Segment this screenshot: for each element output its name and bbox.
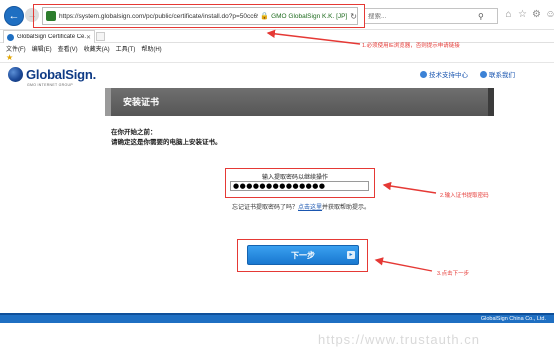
search-box[interactable]: ⚲ bbox=[364, 8, 498, 24]
search-input[interactable] bbox=[368, 12, 478, 20]
password-input[interactable]: ●●●●●●●●●●●●●● bbox=[230, 181, 369, 191]
password-label: 输入提取密码以继续操作 bbox=[262, 175, 329, 181]
forgot-suffix: 并获取帮助提示。 bbox=[322, 205, 371, 211]
logo-subtext: GMO INTERNET GROUP bbox=[27, 83, 73, 87]
gear-icon[interactable]: ⚙ bbox=[531, 9, 542, 20]
next-annotation: 3.点击下一步 bbox=[437, 271, 470, 277]
menu-help[interactable]: 帮助(H) bbox=[141, 44, 161, 53]
menu-tools[interactable]: 工具(T) bbox=[116, 44, 136, 53]
page-title: 安装证书 bbox=[123, 97, 160, 107]
contact-us-label: 联系我们 bbox=[489, 72, 515, 79]
back-button[interactable]: ← bbox=[4, 6, 24, 26]
password-annotation: 2.输入证书提取密码 bbox=[440, 193, 489, 199]
tab-strip: GlobalSign Certificate Ce... ✕ bbox=[0, 30, 554, 43]
search-icon[interactable]: ⚲ bbox=[478, 12, 484, 21]
next-arrow bbox=[374, 257, 433, 272]
menu-bar: 文件(F) 编辑(E) 查看(V) 收藏夹(A) 工具(T) 帮助(H) bbox=[0, 43, 554, 53]
support-icon bbox=[420, 70, 427, 78]
favorites-bar: ★ bbox=[0, 53, 554, 63]
menu-view[interactable]: 查看(V) bbox=[58, 44, 78, 53]
globalsign-logo[interactable]: GlobalSign. bbox=[8, 67, 96, 82]
next-button-label: 下一步 bbox=[291, 250, 315, 260]
url-highlight-box bbox=[33, 4, 365, 28]
support-center-label: 技术支持中心 bbox=[429, 72, 468, 79]
password-arrow bbox=[382, 181, 437, 194]
intro-heading: 在你开始之前： bbox=[111, 129, 157, 136]
globalsign-favicon-icon bbox=[7, 33, 14, 41]
site-footer: GlobalSign China Co., Ltd. bbox=[0, 313, 554, 323]
home-icon[interactable]: ⌂ bbox=[503, 9, 514, 20]
menu-edit[interactable]: 编辑(E) bbox=[32, 44, 52, 53]
next-button[interactable]: 下一步 ▸ bbox=[247, 245, 359, 265]
tab-globalsign[interactable]: GlobalSign Certificate Ce... ✕ bbox=[3, 30, 95, 43]
close-tab-icon[interactable]: ✕ bbox=[86, 34, 91, 41]
forgot-prefix: 忘记证书提取密码了吗？ bbox=[232, 205, 299, 211]
intro-text: 请确定这是你需要的电脑上安装证书。 bbox=[111, 139, 222, 146]
smiley-icon[interactable]: ☺ bbox=[545, 9, 554, 20]
section-title-bar: 安装证书 bbox=[105, 88, 494, 116]
url-annotation: 1.必须使用IE浏览器，否则提示申请链接 bbox=[362, 43, 460, 49]
forgot-password-text: 忘记证书提取密码了吗？点击这里并获取帮助提示。 bbox=[232, 202, 370, 211]
click-here-link[interactable]: 点击这里 bbox=[298, 205, 322, 211]
back-arrow-icon: ← bbox=[8, 9, 20, 22]
logo-text: GlobalSign. bbox=[26, 67, 97, 82]
next-arrow-icon: ▸ bbox=[347, 251, 355, 259]
add-favorite-icon[interactable]: ★ bbox=[6, 53, 13, 63]
toolbar-icons: ⌂ ☆ ⚙ ☺ bbox=[503, 9, 554, 20]
menu-file[interactable]: 文件(F) bbox=[6, 44, 26, 53]
header-links: 技术支持中心 联系我们 bbox=[420, 69, 515, 79]
footer-company: GlobalSign China Co., Ltd. bbox=[480, 316, 546, 322]
new-tab-button[interactable] bbox=[96, 32, 105, 41]
menu-favorites[interactable]: 收藏夹(A) bbox=[84, 44, 110, 53]
contact-us-link[interactable]: 联系我们 bbox=[480, 69, 515, 79]
screenshot-root: ← → https://system.globalsign.com/pc/pub… bbox=[0, 0, 554, 355]
contact-icon bbox=[480, 70, 487, 78]
favorites-star-icon[interactable]: ☆ bbox=[517, 9, 528, 20]
support-center-link[interactable]: 技术支持中心 bbox=[420, 69, 468, 79]
tab-title: GlobalSign Certificate Ce... bbox=[17, 34, 86, 40]
watermark: https://www.trustauth.cn bbox=[318, 332, 481, 347]
title-accent bbox=[488, 88, 494, 116]
globe-logo-icon bbox=[8, 67, 23, 82]
